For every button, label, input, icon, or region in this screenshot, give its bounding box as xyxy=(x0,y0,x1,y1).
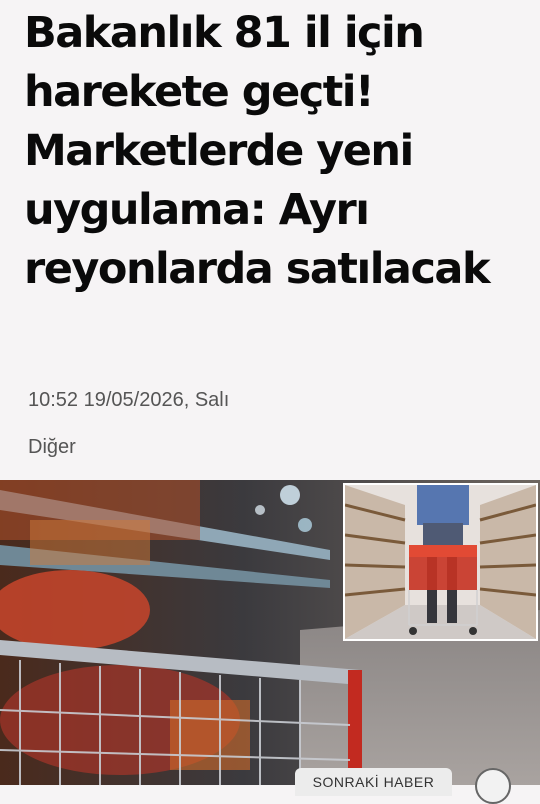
article-title: Bakanlık 81 il için harekete geçti! Mark… xyxy=(24,8,491,294)
inset-photo xyxy=(343,483,538,641)
circle-arrow-icon[interactable] xyxy=(475,768,511,804)
article-datetime: 10:52 19/05/2026, Salı xyxy=(28,389,230,411)
next-article-button[interactable]: SONRAKİ HABER xyxy=(295,768,452,796)
article-category[interactable]: Diğer xyxy=(28,436,76,459)
